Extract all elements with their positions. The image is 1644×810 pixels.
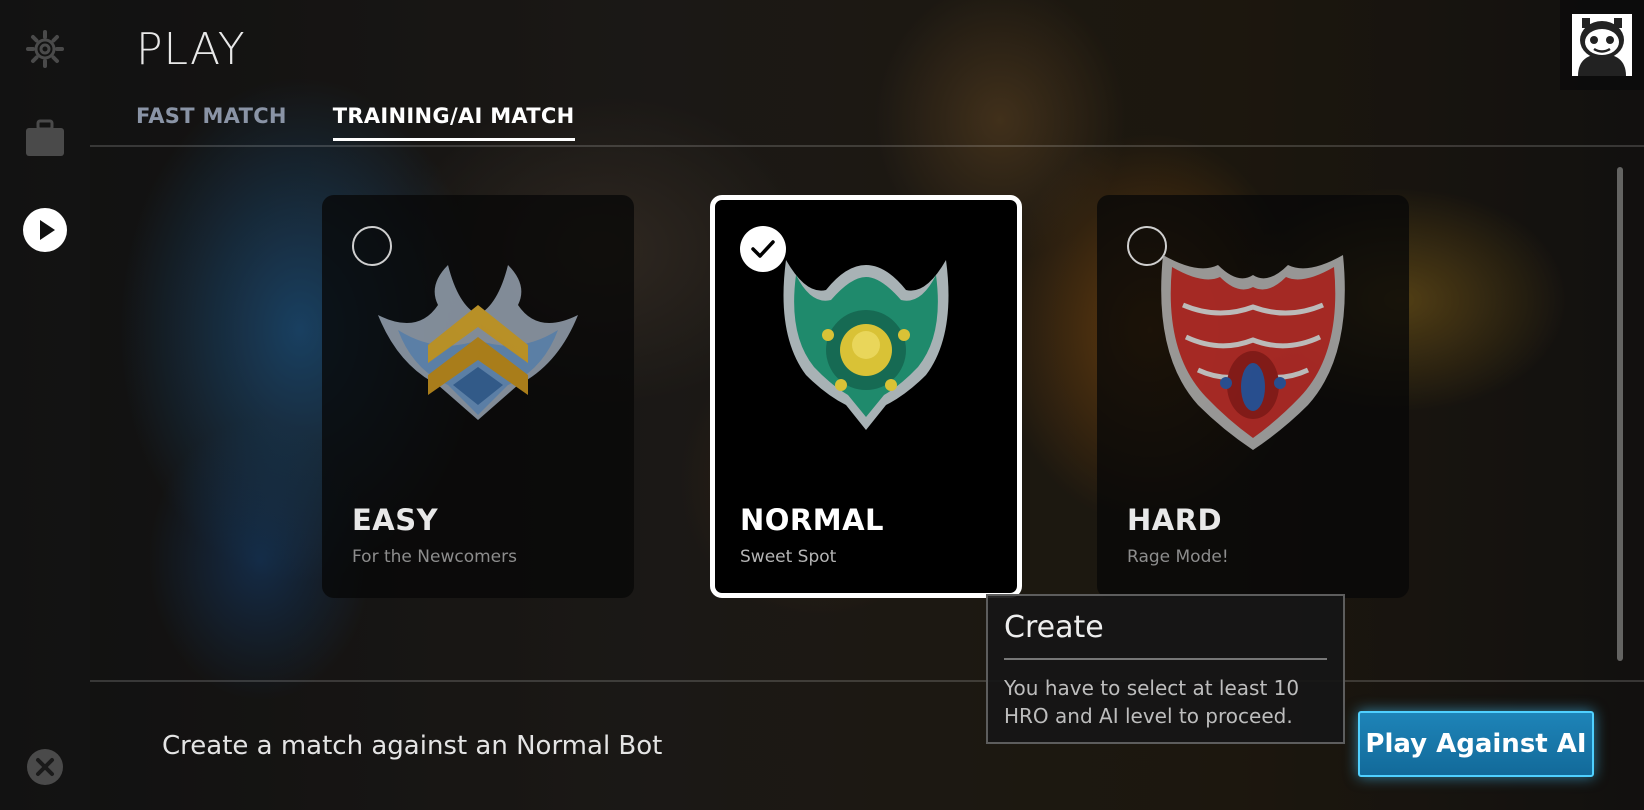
create-tooltip: Create You have to select at least 10 HR… <box>986 594 1345 744</box>
close-icon[interactable] <box>22 744 68 790</box>
match-description: Create a match against an Normal Bot <box>162 731 663 761</box>
left-nav-rail <box>0 0 90 810</box>
header-divider <box>90 145 1644 147</box>
footer-divider <box>90 680 1644 682</box>
tab-fast-match[interactable]: FAST MATCH <box>136 104 287 141</box>
tooltip-title: Create <box>1004 610 1104 645</box>
card-subtitle: Rage Mode! <box>1127 547 1229 567</box>
page-title: PLAY <box>136 24 246 75</box>
scrollbar[interactable] <box>1617 167 1623 661</box>
play-icon[interactable] <box>22 207 68 253</box>
play-against-ai-button[interactable]: Play Against AI <box>1358 711 1594 777</box>
difficulty-card-normal[interactable]: NORMAL Sweet Spot <box>710 195 1022 598</box>
difficulty-card-hard[interactable]: HARD Rage Mode! <box>1097 195 1409 598</box>
tooltip-body: You have to select at least 10 HRO and A… <box>1004 676 1300 728</box>
difficulty-card-easy[interactable]: EASY For the Newcomers <box>322 195 634 598</box>
card-subtitle: Sweet Spot <box>740 547 837 567</box>
normal-shield-emblem-icon <box>715 245 1017 435</box>
card-title: NORMAL <box>740 503 885 537</box>
tab-training-ai-match[interactable]: TRAINING/AI MATCH <box>332 104 575 141</box>
hard-crest-emblem-icon <box>1097 245 1409 455</box>
tooltip-divider <box>1004 658 1327 660</box>
briefcase-icon[interactable] <box>22 115 68 161</box>
profile-avatar-icon <box>1572 14 1632 76</box>
avatar[interactable] <box>1560 0 1644 90</box>
gear-icon[interactable] <box>22 26 68 72</box>
card-title: EASY <box>352 503 439 537</box>
easy-wings-emblem-icon <box>322 245 634 435</box>
card-title: HARD <box>1127 503 1223 537</box>
card-subtitle: For the Newcomers <box>352 547 517 567</box>
tab-bar: FAST MATCH TRAINING/AI MATCH <box>136 104 575 141</box>
